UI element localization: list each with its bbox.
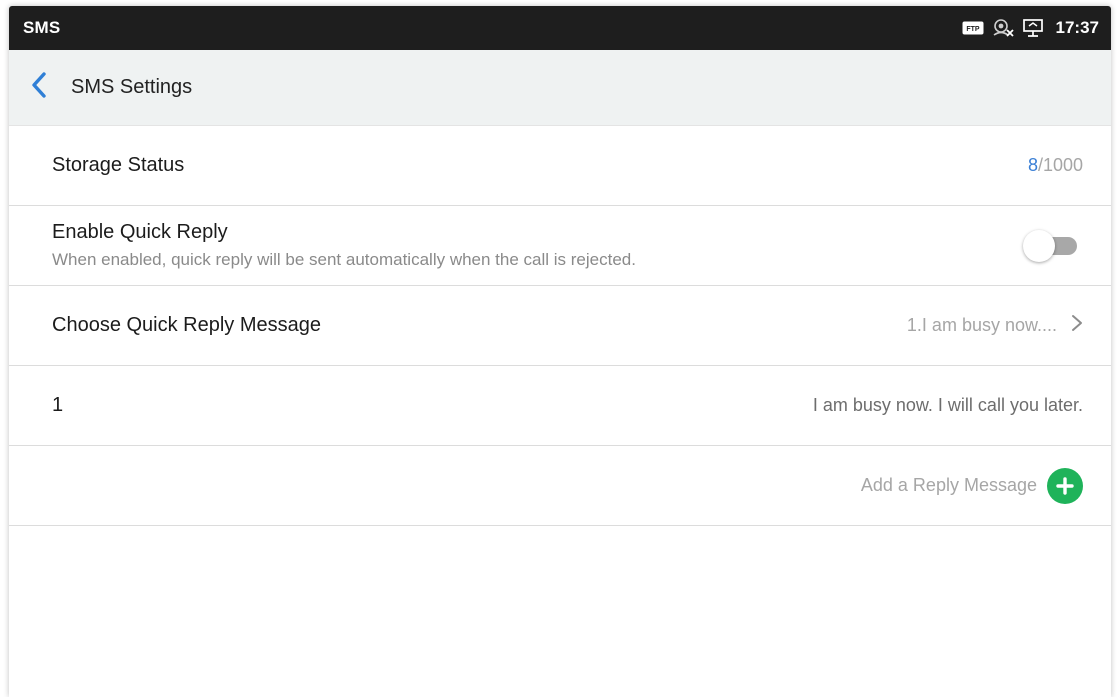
settings-list: Storage Status 8/1000 Enable Quick Reply… <box>9 126 1111 526</box>
enable-quick-reply-description: When enabled, quick reply will be sent a… <box>52 250 636 269</box>
svg-text:FTP: FTP <box>966 26 980 33</box>
choose-quick-reply-value-wrap: 1.I am busy now.... <box>907 314 1083 337</box>
back-button[interactable] <box>9 50 69 126</box>
reply-message-row[interactable]: 1 I am busy now. I will call you later. <box>9 366 1111 446</box>
add-reply-message-label: Add a Reply Message <box>860 475 1037 495</box>
enable-quick-reply-row[interactable]: Enable Quick Reply When enabled, quick r… <box>9 206 1111 286</box>
status-bar: SMS FTP 17:37 <box>9 6 1111 50</box>
chevron-right-icon <box>1071 314 1083 337</box>
add-reply-message-row[interactable]: Add a Reply Message <box>9 446 1111 526</box>
quick-reply-toggle[interactable] <box>1023 229 1081 262</box>
chevron-left-icon <box>31 72 47 103</box>
storage-status-label: Storage Status <box>52 154 185 176</box>
enable-quick-reply-label: Enable Quick Reply <box>52 221 228 243</box>
choose-quick-reply-label: Choose Quick Reply Message <box>52 314 322 336</box>
device-screen: SMS FTP 17:37 SMS Settings Storage Statu… <box>9 6 1111 697</box>
app-header: SMS Settings <box>9 50 1111 126</box>
enable-quick-reply-text: Enable Quick Reply When enabled, quick r… <box>52 221 636 270</box>
plus-icon[interactable] <box>1047 467 1083 504</box>
page-title: SMS Settings <box>71 76 193 98</box>
reply-message-index: 1 <box>52 394 64 416</box>
storage-total-count: /1000 <box>1037 155 1083 175</box>
screen-share-icon <box>1022 18 1044 38</box>
status-app-name: SMS <box>23 18 61 37</box>
add-reply-message-button[interactable]: Add a Reply Message <box>860 467 1083 504</box>
storage-status-row: Storage Status 8/1000 <box>9 126 1111 206</box>
toggle-thumb <box>1023 229 1055 262</box>
choose-quick-reply-value: 1.I am busy now.... <box>906 315 1057 335</box>
status-time: 17:37 <box>1055 18 1099 37</box>
ftp-icon: FTP <box>962 21 984 35</box>
status-icons: FTP 17:37 <box>962 18 1099 38</box>
reply-message-text: I am busy now. I will call you later. <box>812 395 1083 415</box>
choose-quick-reply-row[interactable]: Choose Quick Reply Message 1.I am busy n… <box>9 286 1111 366</box>
network-disconnected-icon <box>992 18 1014 38</box>
storage-used-count: 8 <box>1027 155 1038 175</box>
storage-status-value: 8/1000 <box>1028 155 1083 176</box>
